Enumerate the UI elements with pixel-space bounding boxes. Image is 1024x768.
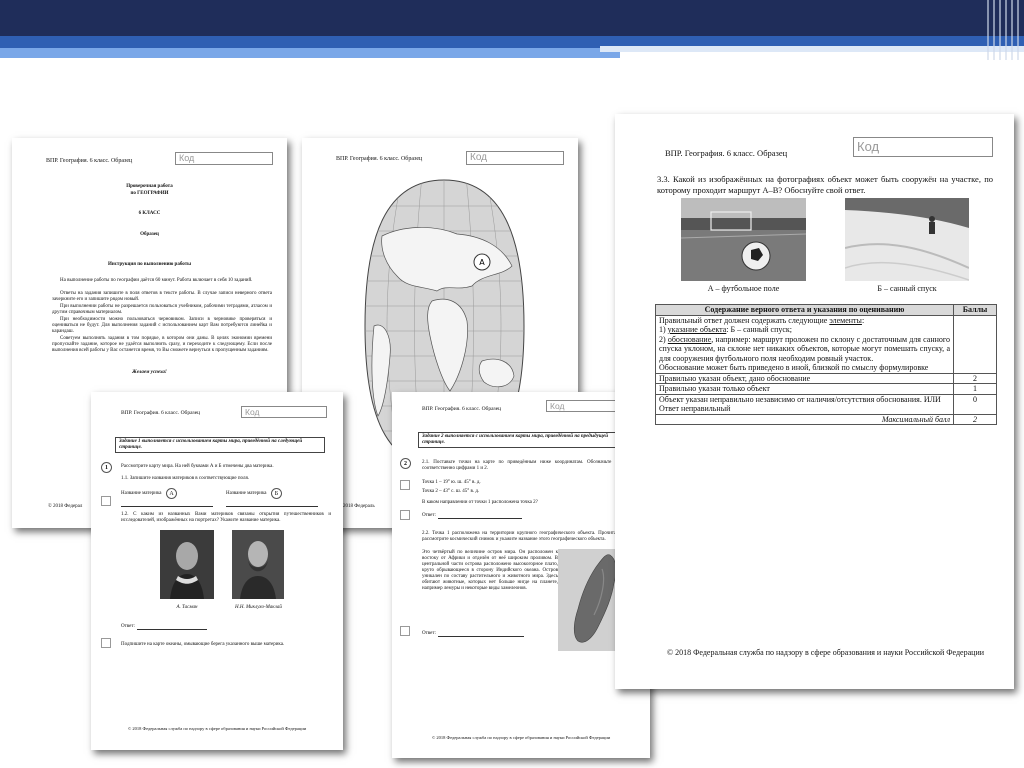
svg-text:А: А	[479, 258, 485, 267]
column-header-content: Содержание верного ответа и указания по …	[655, 304, 954, 316]
page-footer: © 2018 Федераль	[338, 504, 375, 509]
question-3-3: 3.3. Какой из изображённых на фотография…	[657, 174, 993, 195]
answer-label: Ответ:	[121, 624, 135, 629]
wish-text: Желаем успеха!	[132, 370, 167, 375]
question-2-2: 2.2. Точка 1 расположена на территории к…	[422, 531, 638, 542]
portrait-tasman-image	[160, 530, 214, 599]
decorative-lines	[987, 0, 1019, 60]
page-footer: © 2018 Федеральная служба по надзору в с…	[127, 726, 307, 731]
document-page-task-2: ВПР. География. 6 класс. Образец Код Зад…	[392, 392, 650, 758]
portrait-caption-tasman: А. Тасман	[176, 605, 198, 610]
document-page-task-1: ВПР. География. 6 класс. Образец Код Зад…	[91, 392, 343, 750]
question-1-1: 1.1. Запишите названия материков в соотв…	[121, 476, 250, 481]
instructions-title: Инструкция по выполнению работы	[107, 262, 192, 267]
island-description: Это четвёртый по величине остров мира. О…	[422, 550, 558, 591]
answer-label: Ответ:	[422, 631, 436, 636]
row-text: Объект указан неправильно независимо от …	[655, 393, 954, 415]
point-2-coords: Точка 2 – 43° с. ш. 45° в. д.	[422, 489, 480, 494]
max-score-label: Максимальный балл	[655, 413, 954, 425]
row-text: Правильно указан только объект	[655, 383, 954, 395]
question-1-2: 1.2. С каким из названных Вами материков…	[121, 512, 331, 523]
criteria-1: : Б – санный спуск;	[726, 325, 793, 334]
score-box[interactable]	[400, 480, 410, 490]
page-header: ВПР. География. 6 класс. Образец	[46, 158, 133, 164]
work-grade: 6 КЛАСС	[138, 211, 161, 216]
criteria-3: Обоснование может быть приведено в иной,…	[659, 363, 929, 372]
question-intro: Рассмотрите карту мира. На ней буквами А…	[121, 464, 274, 469]
page-header: ВПР. География. 6 класс. Образец	[336, 156, 423, 162]
criteria-2-underlined: обоснование	[667, 334, 712, 344]
criteria-cell: Правильный ответ должен содержать следую…	[655, 314, 954, 374]
page-footer: © 2018 Федеральная служба по надзору в с…	[667, 648, 984, 657]
photo-football-field	[681, 198, 806, 281]
letter-b-badge: Б	[271, 488, 282, 499]
continent-a-label: Название материка	[121, 491, 162, 496]
code-field: Код	[175, 152, 273, 165]
work-subject: по ГЕОГРАФИИ	[130, 191, 169, 196]
question-1-3: Подпишите на карте океаны, омывающие бер…	[121, 642, 285, 647]
points-cell-empty	[953, 314, 997, 374]
continent-b-label: Название материка	[226, 491, 267, 496]
task-note: Задание 2 выполняется с использованием к…	[418, 432, 634, 448]
photo-sled-slope	[845, 198, 969, 281]
table-row: Правильно указан только объект 1	[655, 383, 997, 395]
answer-line[interactable]	[438, 636, 524, 637]
score-box[interactable]	[400, 626, 410, 636]
page-header: ВПР. География. 6 класс. Образец	[422, 406, 502, 412]
row-points: 2	[953, 372, 997, 384]
photo-a-caption: А – футбольное поле	[707, 284, 780, 293]
table-row-criteria: Правильный ответ должен содержать следую…	[655, 314, 997, 374]
work-sample: Образец	[140, 232, 159, 237]
task-note: Задание 1 выполняется с использованием к…	[115, 437, 325, 453]
question-2-1: 2.1. Поставьте точки на карте по приведё…	[422, 460, 638, 471]
code-field: Код	[241, 406, 327, 418]
page-header: ВПР. География. 6 класс. Образец	[121, 410, 201, 416]
instructions-paragraph: На выполнение работы по географии даётся…	[60, 278, 253, 283]
instructions-paragraph: Ответы на задания запишите в поля ответо…	[52, 291, 272, 302]
answer-line[interactable]	[137, 629, 207, 630]
criteria-intro: Правильный ответ должен содержать следую…	[659, 315, 828, 325]
grading-table: Содержание верного ответа и указания по …	[655, 304, 997, 425]
column-header-points: Баллы	[953, 304, 997, 316]
task-number: 1	[101, 462, 112, 473]
document-page-grading: ВПР. География. 6 класс. Образец Код 3.3…	[615, 114, 1014, 689]
row-points: 1	[953, 383, 997, 395]
table-header-row: Содержание верного ответа и указания по …	[655, 304, 997, 316]
answer-line[interactable]	[438, 518, 522, 519]
row-points: 0	[953, 393, 997, 415]
score-box[interactable]	[101, 496, 111, 506]
score-box[interactable]	[101, 638, 111, 648]
criteria-intro-underlined: элементы	[829, 315, 862, 325]
instructions-paragraph: При выполнении работы не разрешается пол…	[52, 304, 272, 315]
max-score-value: 2	[953, 413, 997, 425]
answer-line-b[interactable]	[226, 506, 318, 507]
answer-line-a[interactable]	[121, 506, 213, 507]
criteria-1-underlined: указание объекта	[667, 325, 727, 334]
table-row: Объект указан неправильно независимо от …	[655, 393, 997, 415]
header-banner	[0, 0, 1024, 36]
table-row: Правильно указан объект, дано обосновани…	[655, 372, 997, 384]
portrait-miklukho-maklai-image	[232, 530, 284, 599]
answer-label: Ответ:	[422, 513, 436, 518]
instructions-paragraph: Советуем выполнять задания в том порядке…	[52, 336, 272, 353]
task-number: 2	[400, 458, 411, 469]
header-stripe-pale	[600, 46, 1024, 52]
code-field: Код	[466, 151, 564, 165]
code-field: Код	[853, 137, 993, 157]
row-text: Правильно указан объект, дано обосновани…	[655, 372, 954, 384]
point-1-coords: Точка 1 – 19° ю. ш. 45° в. д.	[422, 480, 481, 485]
header-stripe-light	[0, 48, 620, 58]
photo-b-caption: Б – санный спуск	[877, 284, 937, 293]
page-header: ВПР. География. 6 класс. Образец	[665, 148, 788, 158]
table-row-max: Максимальный балл 2	[655, 413, 997, 425]
page-footer: © 2018 Федерал	[48, 504, 83, 509]
score-box[interactable]	[400, 510, 410, 520]
page-footer: © 2018 Федеральная служба по надзору в с…	[431, 735, 611, 740]
question-direction: В каком направлении от точки 1 расположе…	[422, 500, 538, 505]
work-title: Проверочная работа	[126, 184, 173, 189]
letter-a-badge: А	[166, 488, 177, 499]
instructions-paragraph: При необходимости можно пользоваться чер…	[52, 317, 272, 334]
portrait-caption-miklukho-maklai: Н.Н. Миклухо-Маклай	[235, 605, 282, 610]
